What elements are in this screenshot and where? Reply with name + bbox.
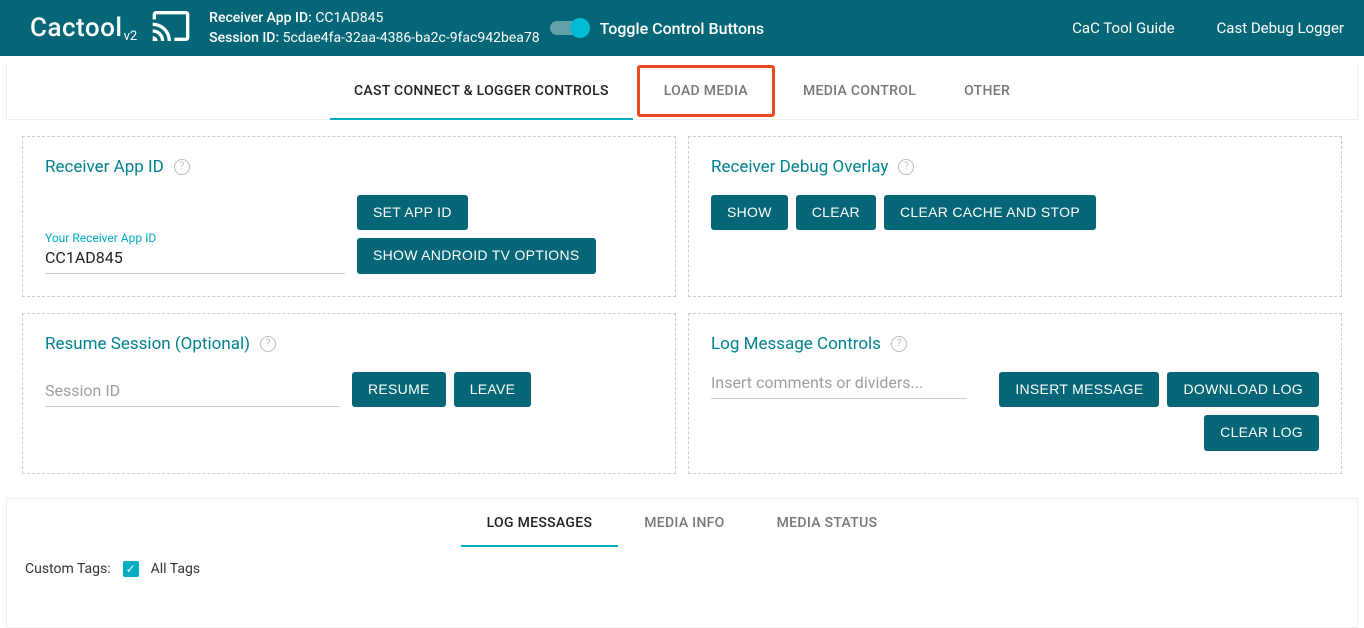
help-icon[interactable]: ?: [260, 336, 276, 352]
session-id-input-field[interactable]: Session ID: [45, 380, 340, 407]
card-log-message-controls: Log Message Controls ? Insert comments o…: [688, 313, 1342, 474]
custom-tags-label: Custom Tags:: [25, 561, 111, 577]
debug-overlay-buttons: SHOW CLEAR CLEAR CACHE AND STOP: [711, 195, 1319, 230]
all-tags-label: All Tags: [151, 561, 200, 577]
receiver-app-id-input-label: Your Receiver App ID: [45, 231, 345, 245]
card-resume-session-header: Resume Session (Optional) ?: [45, 334, 653, 354]
tab-media-info[interactable]: MEDIA INFO: [618, 499, 750, 547]
card-receiver-app-id-title: Receiver App ID: [45, 157, 164, 177]
receiver-app-id-input-field[interactable]: Your Receiver App ID CC1AD845: [45, 231, 345, 274]
card-log-message-controls-title: Log Message Controls: [711, 334, 881, 354]
header-session-id-label: Session ID:: [209, 30, 279, 46]
logo-block: Cactoolv2: [30, 6, 195, 50]
card-receiver-debug-overlay: Receiver Debug Overlay ? SHOW CLEAR CLEA…: [688, 136, 1342, 297]
bottom-tabs: LOG MESSAGES MEDIA INFO MEDIA STATUS: [7, 499, 1357, 547]
set-app-id-button[interactable]: SET APP ID: [357, 195, 468, 230]
tab-other[interactable]: OTHER: [940, 62, 1034, 120]
resume-session-buttons: RESUME LEAVE: [352, 372, 653, 407]
card-receiver-debug-overlay-body: SHOW CLEAR CLEAR CACHE AND STOP: [711, 195, 1319, 230]
resume-button[interactable]: RESUME: [352, 372, 446, 407]
tab-media-status[interactable]: MEDIA STATUS: [751, 499, 904, 547]
tab-load-media[interactable]: LOAD MEDIA: [637, 65, 775, 117]
bottom-panel: LOG MESSAGES MEDIA INFO MEDIA STATUS Cus…: [6, 498, 1358, 628]
card-receiver-debug-overlay-title: Receiver Debug Overlay: [711, 157, 888, 177]
all-tags-checkbox[interactable]: ✓: [123, 561, 139, 577]
receiver-app-id-input-value: CC1AD845: [45, 247, 345, 269]
custom-tags-row: Custom Tags: ✓ All Tags: [7, 547, 1357, 627]
toggle-control-buttons-switch[interactable]: [550, 21, 586, 35]
show-overlay-button[interactable]: SHOW: [711, 195, 788, 230]
insert-message-button[interactable]: INSERT MESSAGE: [999, 372, 1159, 407]
card-resume-session-title: Resume Session (Optional): [45, 334, 250, 354]
cast-icon: [147, 6, 195, 50]
link-cast-debug-logger[interactable]: Cast Debug Logger: [1217, 19, 1344, 37]
card-receiver-app-id: Receiver App ID ? Your Receiver App ID C…: [22, 136, 676, 297]
toggle-control-buttons-block: Toggle Control Buttons: [550, 19, 765, 38]
toggle-control-buttons-label: Toggle Control Buttons: [600, 19, 765, 38]
tab-log-messages[interactable]: LOG MESSAGES: [461, 499, 619, 547]
header-app-id-row: Receiver App ID: CC1AD845: [209, 8, 539, 28]
header-session-id-row: Session ID: 5cdae4fa-32aa-4386-ba2c-9fac…: [209, 28, 539, 48]
toggle-thumb: [570, 18, 590, 38]
clear-overlay-button[interactable]: CLEAR: [796, 195, 876, 230]
log-message-buttons: INSERT MESSAGE DOWNLOAD LOG CLEAR LOG: [979, 372, 1319, 451]
main-content: CAST CONNECT & LOGGER CONTROLS LOAD MEDI…: [0, 56, 1364, 474]
logo-main: Cactool: [30, 13, 123, 43]
show-android-tv-options-button[interactable]: SHOW ANDROID TV OPTIONS: [357, 238, 596, 273]
tab-cast-connect-logger-controls[interactable]: CAST CONNECT & LOGGER CONTROLS: [330, 62, 633, 120]
help-icon[interactable]: ?: [174, 159, 190, 175]
card-receiver-app-id-header: Receiver App ID ?: [45, 157, 653, 177]
clear-cache-stop-button[interactable]: CLEAR CACHE AND STOP: [884, 195, 1096, 230]
session-id-placeholder: Session ID: [45, 380, 340, 402]
leave-button[interactable]: LEAVE: [454, 372, 532, 407]
header-session-info: Receiver App ID: CC1AD845 Session ID: 5c…: [209, 8, 539, 49]
logo-version: v2: [124, 29, 138, 44]
tab-media-control[interactable]: MEDIA CONTROL: [779, 62, 940, 120]
cards-row-1: Receiver App ID ? Your Receiver App ID C…: [6, 120, 1358, 297]
card-resume-session: Resume Session (Optional) ? Session ID R…: [22, 313, 676, 474]
logo-text: Cactoolv2: [30, 13, 137, 43]
link-cac-tool-guide[interactable]: CaC Tool Guide: [1072, 19, 1174, 37]
log-message-input-field[interactable]: Insert comments or dividers...: [711, 372, 967, 399]
log-message-placeholder: Insert comments or dividers...: [711, 372, 967, 394]
card-receiver-app-id-body: Your Receiver App ID CC1AD845 SET APP ID…: [45, 195, 653, 274]
cards-row-2: Resume Session (Optional) ? Session ID R…: [6, 297, 1358, 474]
header-app-id-value: CC1AD845: [315, 10, 383, 26]
card-log-message-controls-header: Log Message Controls ?: [711, 334, 1319, 354]
card-resume-session-body: Session ID RESUME LEAVE: [45, 372, 653, 407]
receiver-app-id-buttons: SET APP ID SHOW ANDROID TV OPTIONS: [357, 195, 653, 274]
clear-log-button[interactable]: CLEAR LOG: [1204, 415, 1319, 450]
card-receiver-debug-overlay-header: Receiver Debug Overlay ?: [711, 157, 1319, 177]
top-tabs: CAST CONNECT & LOGGER CONTROLS LOAD MEDI…: [6, 62, 1358, 120]
header-session-id-value: 5cdae4fa-32aa-4386-ba2c-9fac942bea78: [283, 30, 540, 46]
help-icon[interactable]: ?: [898, 159, 914, 175]
download-log-button[interactable]: DOWNLOAD LOG: [1167, 372, 1319, 407]
header-app-id-label: Receiver App ID:: [209, 10, 312, 26]
card-log-message-controls-body: Insert comments or dividers... INSERT ME…: [711, 372, 1319, 451]
help-icon[interactable]: ?: [891, 336, 907, 352]
app-header: Cactoolv2 Receiver App ID: CC1AD845 Sess…: [0, 0, 1364, 56]
